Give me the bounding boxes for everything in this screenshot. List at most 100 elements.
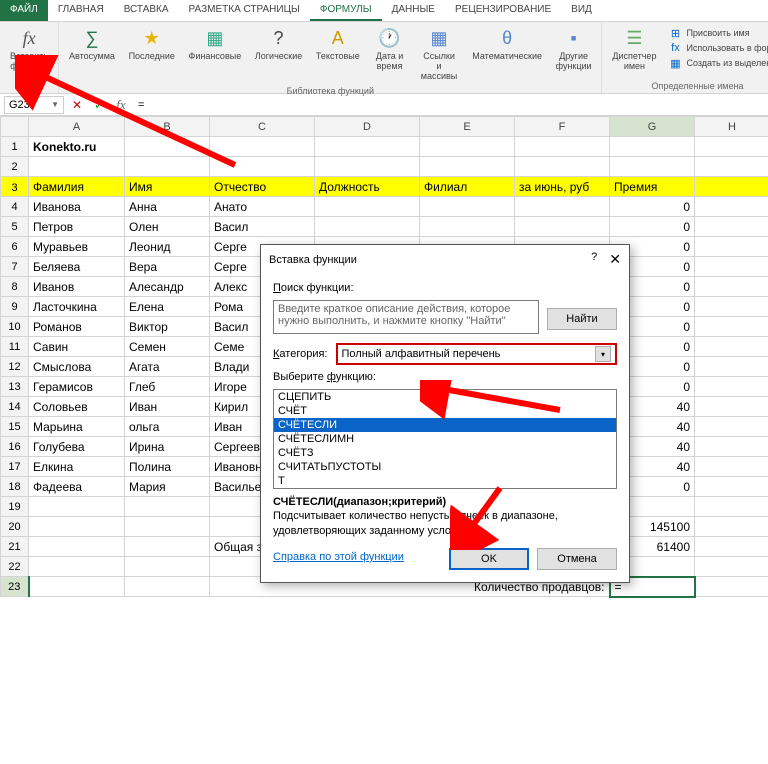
dialog-titlebar[interactable]: Вставка функции ? ✕ <box>261 245 629 274</box>
cell[interactable] <box>29 557 125 577</box>
cell[interactable] <box>125 497 210 517</box>
cell[interactable] <box>695 377 768 397</box>
row-header[interactable]: 18 <box>1 477 29 497</box>
close-icon[interactable]: ✕ <box>609 251 621 268</box>
cell[interactable] <box>695 157 768 177</box>
row-header[interactable]: 2 <box>1 157 29 177</box>
function-list-item[interactable]: СЧЁТЕСЛИМН <box>274 432 616 446</box>
row-header[interactable]: 1 <box>1 137 29 157</box>
recent-button[interactable]: ★Последние <box>123 24 181 64</box>
row-header[interactable]: 21 <box>1 537 29 557</box>
find-button[interactable]: Найти <box>547 308 617 330</box>
cell[interactable]: Фамилия <box>29 177 125 197</box>
cell[interactable]: Отчество <box>210 177 315 197</box>
accept-formula-button[interactable]: ✓ <box>90 96 108 114</box>
cell[interactable]: Иванов <box>29 277 125 297</box>
cell[interactable]: Анна <box>125 197 210 217</box>
function-list-item[interactable]: Т <box>274 474 616 488</box>
cell[interactable] <box>695 477 768 497</box>
row-header[interactable]: 20 <box>1 517 29 537</box>
cell[interactable] <box>315 137 420 157</box>
function-list-item[interactable]: СЧЁТЕСЛИ <box>274 418 616 432</box>
column-header[interactable]: B <box>125 117 210 137</box>
cell[interactable] <box>420 197 515 217</box>
row-header[interactable]: 23 <box>1 577 29 597</box>
cell[interactable] <box>695 257 768 277</box>
lookup-button[interactable]: ▦Ссылки и массивы <box>414 24 465 84</box>
cell[interactable] <box>695 417 768 437</box>
cell[interactable]: Ласточкина <box>29 297 125 317</box>
cell[interactable] <box>695 337 768 357</box>
cell[interactable]: Леонид <box>125 237 210 257</box>
row-header[interactable]: 5 <box>1 217 29 237</box>
fx-button[interactable]: fx <box>112 96 130 114</box>
help-icon[interactable]: ? <box>591 251 597 268</box>
column-header[interactable]: F <box>515 117 610 137</box>
cell[interactable]: Имя <box>125 177 210 197</box>
row-header[interactable]: 8 <box>1 277 29 297</box>
cell[interactable] <box>125 577 210 597</box>
cell[interactable] <box>515 137 610 157</box>
column-header[interactable]: A <box>29 117 125 137</box>
math-button[interactable]: θМатематические <box>467 24 548 64</box>
cell[interactable] <box>695 177 768 197</box>
cell[interactable] <box>315 217 420 237</box>
function-list-item[interactable]: СЧЁТ <box>274 404 616 418</box>
cell[interactable]: Алесандр <box>125 277 210 297</box>
cell[interactable]: 0 <box>610 197 695 217</box>
cell[interactable] <box>29 517 125 537</box>
cell[interactable] <box>315 157 420 177</box>
cell[interactable] <box>695 537 768 557</box>
column-header[interactable]: D <box>315 117 420 137</box>
text-button[interactable]: AТекстовые <box>310 24 366 64</box>
tab-data[interactable]: ДАННЫЕ <box>382 0 445 21</box>
cell[interactable]: 0 <box>610 217 695 237</box>
function-list[interactable]: СЦЕПИТЬСЧЁТСЧЁТЕСЛИСЧЁТЕСЛИМНСЧЁТЗСЧИТАТ… <box>273 389 617 489</box>
row-header[interactable]: 7 <box>1 257 29 277</box>
cell[interactable]: Васил <box>210 217 315 237</box>
cell[interactable]: Савин <box>29 337 125 357</box>
cell[interactable] <box>210 137 315 157</box>
cell[interactable]: ольга <box>125 417 210 437</box>
use-in-formula-button[interactable]: fxИспользовать в форму <box>668 41 768 55</box>
column-header[interactable]: E <box>420 117 515 137</box>
cell[interactable] <box>695 397 768 417</box>
cell[interactable]: Елкина <box>29 457 125 477</box>
tab-layout[interactable]: РАЗМЕТКА СТРАНИЦЫ <box>179 0 310 21</box>
cell[interactable]: Konekto.ru <box>29 137 125 157</box>
row-header[interactable]: 17 <box>1 457 29 477</box>
cell[interactable]: Муравьев <box>29 237 125 257</box>
cell[interactable] <box>610 137 695 157</box>
cell[interactable] <box>315 197 420 217</box>
cell[interactable] <box>125 517 210 537</box>
cell[interactable]: Марьина <box>29 417 125 437</box>
row-header[interactable]: 15 <box>1 417 29 437</box>
name-box[interactable]: G23▼ <box>4 96 64 114</box>
cell[interactable] <box>695 297 768 317</box>
row-header[interactable]: 12 <box>1 357 29 377</box>
cell[interactable]: Романов <box>29 317 125 337</box>
cell[interactable] <box>420 137 515 157</box>
cell[interactable] <box>695 497 768 517</box>
cell[interactable] <box>695 237 768 257</box>
search-function-input[interactable] <box>273 300 539 334</box>
other-fn-button[interactable]: ▪Другие функции <box>550 24 598 74</box>
cell[interactable] <box>125 137 210 157</box>
datetime-button[interactable]: 🕐Дата и время <box>368 24 412 74</box>
row-header[interactable]: 16 <box>1 437 29 457</box>
function-list-item[interactable]: СЧЁТЗ <box>274 446 616 460</box>
row-header[interactable]: 11 <box>1 337 29 357</box>
cell[interactable] <box>29 537 125 557</box>
formula-input[interactable] <box>134 96 768 114</box>
tab-formulas[interactable]: ФОРМУЛЫ <box>310 0 382 21</box>
row-header[interactable]: 19 <box>1 497 29 517</box>
logical-button[interactable]: ?Логические <box>249 24 308 64</box>
autosum-button[interactable]: ∑Автосумма <box>63 24 121 64</box>
cell[interactable]: Премия <box>610 177 695 197</box>
cell[interactable]: Агата <box>125 357 210 377</box>
cell[interactable]: Семен <box>125 337 210 357</box>
cell[interactable] <box>125 537 210 557</box>
cell[interactable]: Виктор <box>125 317 210 337</box>
cell[interactable] <box>695 577 768 597</box>
cell[interactable]: Фадеева <box>29 477 125 497</box>
